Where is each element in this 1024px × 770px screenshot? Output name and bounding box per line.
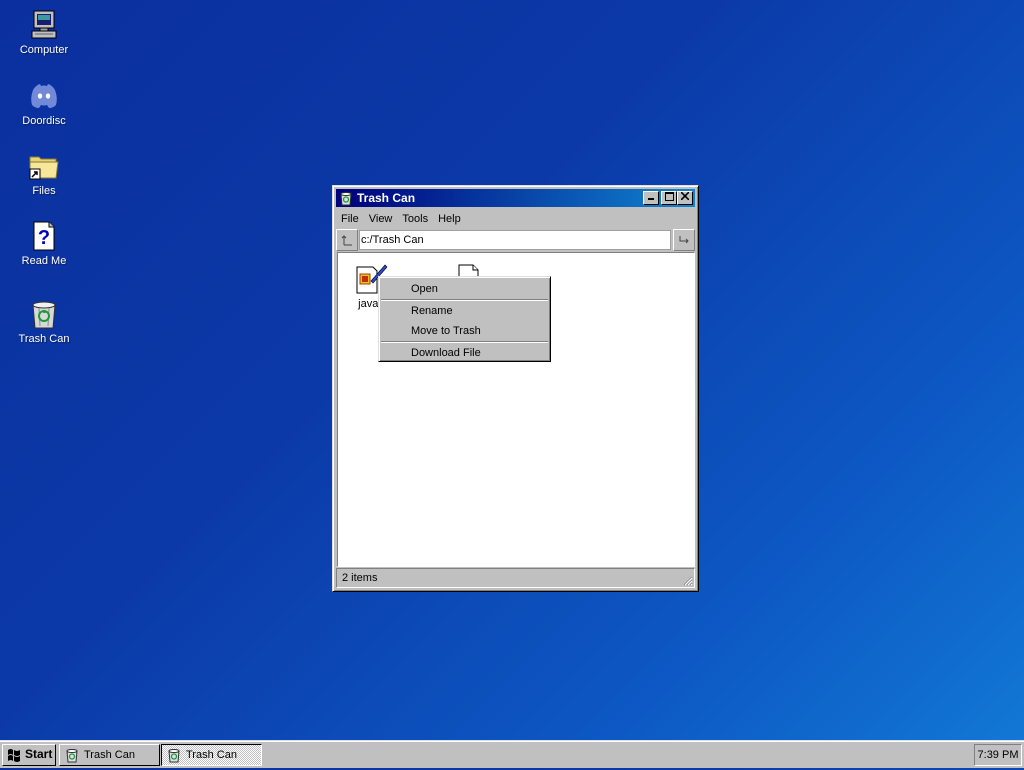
desktop-icon-doordisc[interactable]: Doordisc (8, 80, 80, 127)
desktop-icon-trash-can[interactable]: Trash Can (8, 298, 80, 345)
status-bar: 2 items (336, 568, 695, 588)
menu-view[interactable]: View (364, 210, 398, 228)
menu-tools[interactable]: Tools (397, 210, 433, 228)
maximize-button[interactable] (661, 191, 677, 205)
window-title: Trash Can (357, 191, 416, 205)
desktop-icon-label: Doordisc (22, 115, 66, 127)
trash-can-icon (338, 190, 354, 206)
minimize-icon (648, 198, 654, 200)
system-clock[interactable]: 7:39 PM (974, 744, 1022, 766)
context-menu-download-file[interactable]: Download File (381, 344, 548, 362)
go-button[interactable] (673, 229, 695, 251)
taskbar-button-trash-can-active[interactable]: Trash Can (161, 744, 262, 766)
close-button[interactable] (677, 191, 693, 205)
desktop-icon-files[interactable]: Files (8, 150, 80, 197)
maximize-icon (664, 192, 674, 201)
status-text: 2 items (342, 572, 378, 584)
menu-help[interactable]: Help (433, 210, 466, 228)
desktop-icon-label: Trash Can (18, 333, 70, 345)
start-logo-icon (6, 747, 22, 763)
taskbar-button-label: Trash Can (186, 749, 237, 761)
context-menu-separator (381, 299, 548, 301)
desktop-icon-read-me[interactable]: ? Read Me (8, 220, 80, 267)
address-input[interactable]: c:/Trash Can (359, 230, 671, 250)
context-menu-open[interactable]: Open (381, 280, 548, 298)
window-titlebar[interactable]: Trash Can (336, 189, 695, 207)
start-label: Start (25, 747, 53, 761)
context-menu-move-to-trash[interactable]: Move to Trash (381, 322, 548, 340)
trash-can-icon (64, 747, 80, 763)
context-menu-separator (381, 341, 548, 343)
menu-file[interactable]: File (336, 210, 364, 228)
trash-can-icon (166, 747, 182, 763)
close-icon (680, 191, 690, 201)
svg-text:?: ? (38, 227, 50, 249)
trash-can-window[interactable]: Trash Can File View Tools Help c:/Trash Can (332, 185, 699, 592)
taskbar: Start Trash Can Trash Can 7:39 PM (0, 740, 1024, 768)
help-document-icon: ? (28, 220, 60, 252)
address-bar: c:/Trash Can (336, 229, 695, 251)
desktop-icon-label: Files (32, 185, 56, 197)
discord-icon (28, 80, 60, 112)
desktop-icon-label: Read Me (21, 255, 67, 267)
taskbar-button-label: Trash Can (84, 749, 135, 761)
up-folder-button[interactable] (336, 229, 358, 251)
context-menu: Open Rename Move to Trash Download File (378, 276, 551, 362)
folder-shortcut-icon (28, 150, 60, 182)
desktop-icon-label: Computer (19, 44, 69, 56)
trash-can-icon (28, 298, 60, 330)
up-folder-icon (341, 235, 352, 246)
context-menu-rename[interactable]: Rename (381, 302, 548, 320)
menu-bar: File View Tools Help (336, 210, 695, 228)
resize-grip-icon[interactable] (681, 574, 693, 586)
go-arrow-icon (679, 236, 689, 244)
minimize-button[interactable] (643, 191, 659, 205)
taskbar-button-trash-can[interactable]: Trash Can (59, 744, 160, 766)
desktop-icon-computer[interactable]: Computer (8, 9, 80, 56)
start-button[interactable]: Start (2, 744, 56, 766)
computer-icon (28, 9, 60, 41)
